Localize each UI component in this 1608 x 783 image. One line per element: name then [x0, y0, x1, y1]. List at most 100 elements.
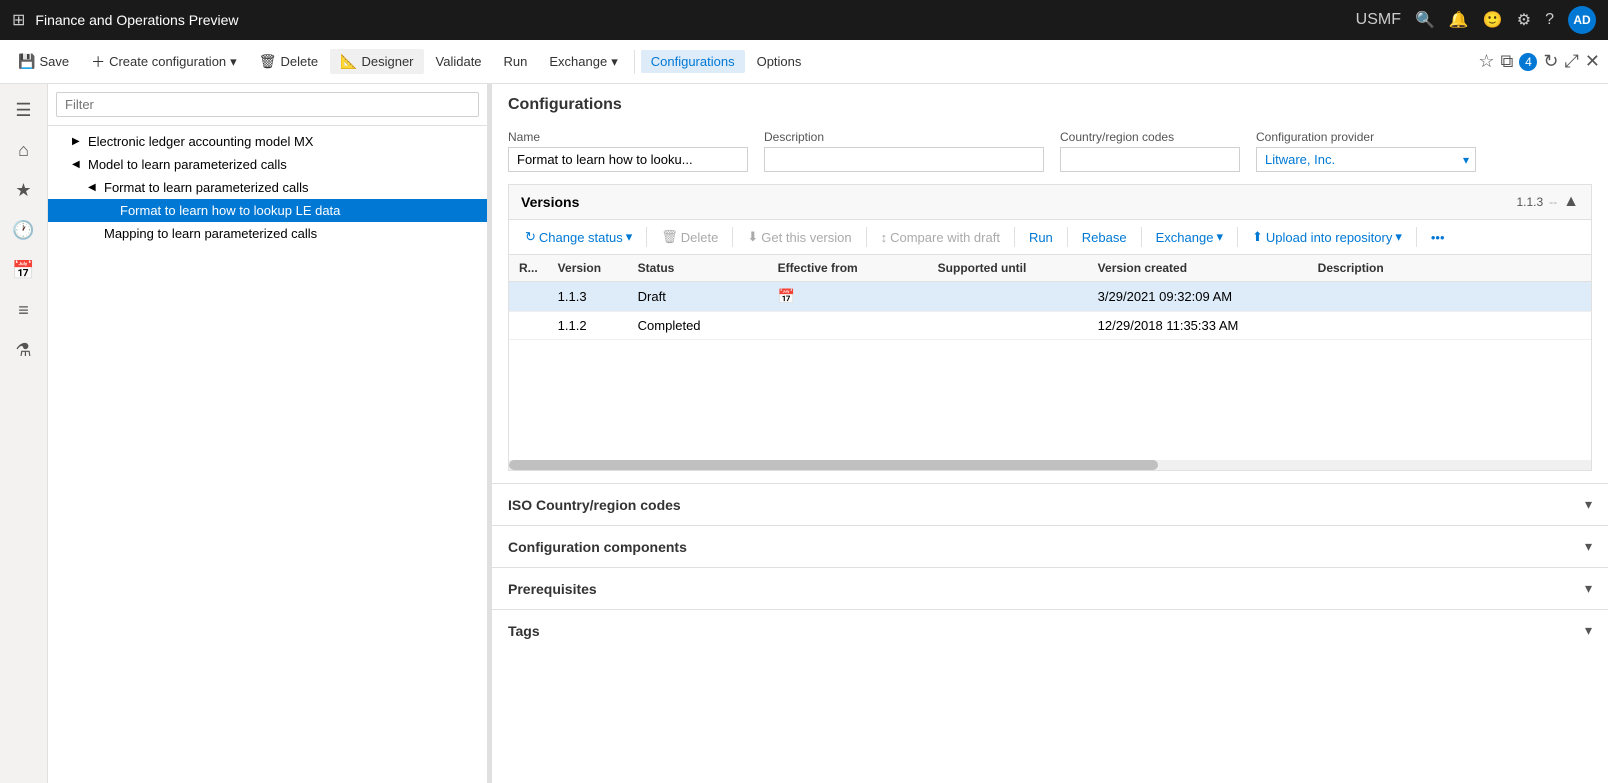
expand-icon[interactable]: ⤢	[1565, 51, 1579, 72]
help-icon[interactable]: ?	[1545, 11, 1554, 29]
name-input[interactable]	[508, 147, 748, 172]
compare-draft-btn[interactable]: ↕ Compare with draft	[873, 227, 1008, 248]
nav-panel: ▶ Electronic ledger accounting model MX …	[48, 84, 488, 783]
col-created-header: Version created	[1088, 255, 1308, 282]
emoji-icon[interactable]: 🙂	[1483, 10, 1503, 30]
more-btn[interactable]: •••	[1423, 227, 1453, 248]
filter-input[interactable]	[56, 92, 479, 117]
tree-label-mapping: Mapping to learn parameterized calls	[104, 226, 317, 241]
tree-item-electronic-ledger[interactable]: ▶ Electronic ledger accounting model MX	[48, 130, 487, 153]
expand-arrow-format: ◀	[88, 182, 104, 193]
run-button[interactable]: Run	[494, 50, 538, 73]
versions-header: Versions 1.1.3 -- ▲	[509, 185, 1591, 220]
calendar-picker-icon[interactable]: 📅	[778, 288, 795, 304]
col-r-header: R...	[509, 255, 548, 282]
grid-icon[interactable]: ⊞	[12, 10, 25, 30]
ver-sep-5	[1067, 227, 1068, 247]
configurations-button[interactable]: Configurations	[641, 50, 745, 73]
versions-separator: --	[1549, 195, 1557, 209]
star-icon[interactable]: ★	[6, 172, 42, 208]
content-header: Configurations	[492, 84, 1608, 122]
desc-input[interactable]	[764, 147, 1044, 172]
versions-collapse-btn[interactable]: ▲	[1563, 193, 1579, 211]
config-components-section[interactable]: Configuration components ▾	[492, 525, 1608, 567]
search-icon[interactable]: 🔍	[1415, 10, 1435, 30]
bell-icon[interactable]: 🔔	[1449, 10, 1469, 30]
title-bar-left: ⊞ Finance and Operations Preview	[12, 10, 239, 30]
refresh-status-icon: ↻	[525, 229, 536, 245]
name-field: Name	[508, 130, 748, 172]
prerequisites-section[interactable]: Prerequisites ▾	[492, 567, 1608, 609]
run-ver-btn[interactable]: Run	[1021, 227, 1061, 248]
filter-icon[interactable]: ⚗	[6, 332, 42, 368]
change-status-btn[interactable]: ↻ Change status ▾	[517, 226, 640, 248]
iso-country-title: ISO Country/region codes	[508, 497, 681, 513]
toolbar-separator	[634, 50, 635, 74]
row1-version: 1.1.3	[548, 282, 628, 312]
favorites-icon[interactable]: ☆	[1478, 51, 1494, 72]
tree-item-model-parameterized[interactable]: ◀ Model to learn parameterized calls	[48, 153, 487, 176]
tree-label-electronic: Electronic ledger accounting model MX	[88, 134, 313, 149]
create-config-button[interactable]: ＋ Create configuration ▾	[81, 48, 247, 76]
page-title: Configurations	[508, 96, 1592, 114]
tags-title: Tags	[508, 623, 540, 639]
table-empty-area	[509, 340, 1591, 460]
calendar-side-icon[interactable]: 📅	[6, 252, 42, 288]
tree-label-format-lookup: Format to learn how to lookup LE data	[120, 203, 340, 218]
tags-section[interactable]: Tags ▾	[492, 609, 1608, 651]
tags-arrow: ▾	[1585, 622, 1592, 639]
exchange-dropdown-icon: ▾	[611, 54, 618, 70]
ver-sep-2	[732, 227, 733, 247]
config-components-arrow: ▾	[1585, 538, 1592, 555]
upload-repository-btn[interactable]: ⬆ Upload into repository ▾	[1244, 226, 1410, 248]
ver-sep-4	[1014, 227, 1015, 247]
validate-button[interactable]: Validate	[426, 50, 492, 73]
settings-icon[interactable]: ⚙	[1517, 10, 1531, 30]
main-content: Configurations Name Description Country/…	[492, 84, 1608, 783]
delete-button[interactable]: 🗑 Delete	[249, 49, 328, 74]
home-icon[interactable]: ⌂	[6, 132, 42, 168]
row2-effective	[768, 312, 928, 340]
col-status-header: Status	[628, 255, 768, 282]
nav-tree: ▶ Electronic ledger accounting model MX …	[48, 126, 487, 783]
iso-country-section[interactable]: ISO Country/region codes ▾	[492, 483, 1608, 525]
list-icon[interactable]: ≡	[6, 292, 42, 328]
table-row[interactable]: 1.1.3 Draft 📅 3/29/2021 09:32:09 AM	[509, 282, 1591, 312]
save-button[interactable]: 💾 Save	[8, 49, 79, 74]
rebase-btn[interactable]: Rebase	[1074, 227, 1135, 248]
table-head: R... Version Status Effective from Suppo…	[509, 255, 1591, 282]
refresh-icon[interactable]: ↻	[1543, 51, 1558, 72]
tree-label-format: Format to learn parameterized calls	[104, 180, 308, 195]
tree-item-format-lookup[interactable]: Format to learn how to lookup LE data	[48, 199, 487, 222]
horizontal-scrollbar[interactable]	[509, 460, 1591, 470]
country-label: Country/region codes	[1060, 130, 1240, 144]
country-field: Country/region codes	[1060, 130, 1240, 172]
hamburger-icon[interactable]: ☰	[6, 92, 42, 128]
row2-desc	[1308, 312, 1591, 340]
country-input[interactable]	[1060, 147, 1240, 172]
tree-item-mapping-parameterized[interactable]: Mapping to learn parameterized calls	[48, 222, 487, 245]
tree-item-format-parameterized[interactable]: ◀ Format to learn parameterized calls	[48, 176, 487, 199]
get-version-btn[interactable]: ⬇ Get this version	[739, 226, 859, 248]
ver-sep-7	[1237, 227, 1238, 247]
avatar: AD	[1568, 6, 1596, 34]
close-icon[interactable]: ✕	[1585, 51, 1600, 72]
layout-icon[interactable]: ⧉	[1501, 51, 1514, 72]
provider-dropdown[interactable]: Litware, Inc. ▾	[1256, 147, 1476, 172]
designer-icon: 📐	[340, 53, 357, 70]
designer-button[interactable]: 📐 Designer	[330, 49, 423, 74]
ver-sep-3	[866, 227, 867, 247]
col-desc-header: Description	[1308, 255, 1591, 282]
exchange-button[interactable]: Exchange ▾	[539, 50, 627, 74]
plus-icon: ＋	[91, 52, 105, 72]
ver-delete-btn[interactable]: 🗑 Delete	[653, 226, 726, 248]
table-row[interactable]: 1.1.2 Completed 12/29/2018 11:35:33 AM	[509, 312, 1591, 340]
col-supported-header: Supported until	[928, 255, 1088, 282]
upload-arrow: ▾	[1395, 229, 1402, 245]
options-button[interactable]: Options	[747, 50, 812, 73]
exchange-ver-btn[interactable]: Exchange ▾	[1148, 226, 1231, 248]
ver-sep-8	[1416, 227, 1417, 247]
badge-icon[interactable]: 4	[1519, 53, 1537, 71]
clock-icon[interactable]: 🕐	[6, 212, 42, 248]
prerequisites-arrow: ▾	[1585, 580, 1592, 597]
